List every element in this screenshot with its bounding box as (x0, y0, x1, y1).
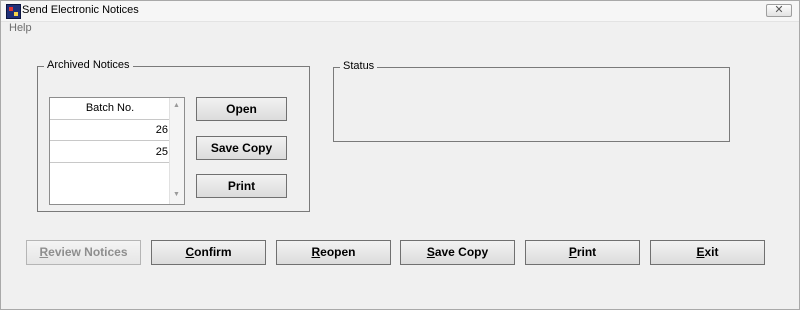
review-notices-button[interactable]: Review Notices (26, 240, 141, 265)
window-title: Send Electronic Notices (22, 4, 139, 16)
confirm-mnemonic: C (185, 245, 195, 259)
status-legend: Status (340, 60, 378, 72)
close-button[interactable]: ✕ (766, 4, 792, 17)
list-item[interactable]: 26 (50, 120, 170, 141)
scroll-down-icon[interactable]: ▼ (173, 191, 180, 199)
status-group: Status (333, 60, 730, 142)
print-archived-button[interactable]: Print (196, 174, 287, 198)
batch-listbox[interactable]: Batch No. 26 25 ▲ ▼ (49, 97, 185, 205)
exit-label: xit (704, 245, 719, 259)
exit-mnemonic: E (696, 245, 705, 259)
list-item[interactable]: 25 (50, 142, 170, 163)
scroll-up-icon[interactable]: ▲ (173, 102, 180, 110)
archived-notices-group: Archived Notices Batch No. 26 25 ▲ ▼ Ope… (37, 59, 310, 212)
send-electronic-notices-window: Send Electronic Notices ✕ Help Archived … (0, 0, 800, 310)
confirm-label: onfirm (194, 245, 232, 259)
archived-notices-legend: Archived Notices (44, 59, 133, 71)
save-copy-archived-button[interactable]: Save Copy (196, 136, 287, 160)
close-icon: ✕ (774, 4, 784, 16)
reopen-mnemonic: R (311, 245, 321, 259)
list-scrollbar[interactable]: ▲ ▼ (169, 98, 184, 204)
print-mnemonic: P (568, 245, 577, 259)
confirm-button[interactable]: Confirm (151, 240, 266, 265)
title-bar: Send Electronic Notices ✕ (1, 1, 799, 22)
batch-list-header: Batch No. (50, 98, 170, 120)
print-button[interactable]: Print (525, 240, 640, 265)
save-copy-mnemonic: S (426, 245, 435, 259)
reopen-button[interactable]: Reopen (276, 240, 391, 265)
menu-help[interactable]: Help (9, 22, 32, 34)
exit-button[interactable]: Exit (650, 240, 765, 265)
review-notices-label: eview Notices (48, 245, 128, 259)
reopen-label: eopen (320, 245, 356, 259)
print-label: rint (576, 245, 597, 259)
review-notices-mnemonic: R (39, 245, 49, 259)
open-button[interactable]: Open (196, 97, 287, 121)
app-icon (6, 4, 21, 19)
menu-bar: Help (1, 21, 799, 37)
save-copy-label: ave Copy (434, 245, 489, 259)
save-copy-button[interactable]: Save Copy (400, 240, 515, 265)
